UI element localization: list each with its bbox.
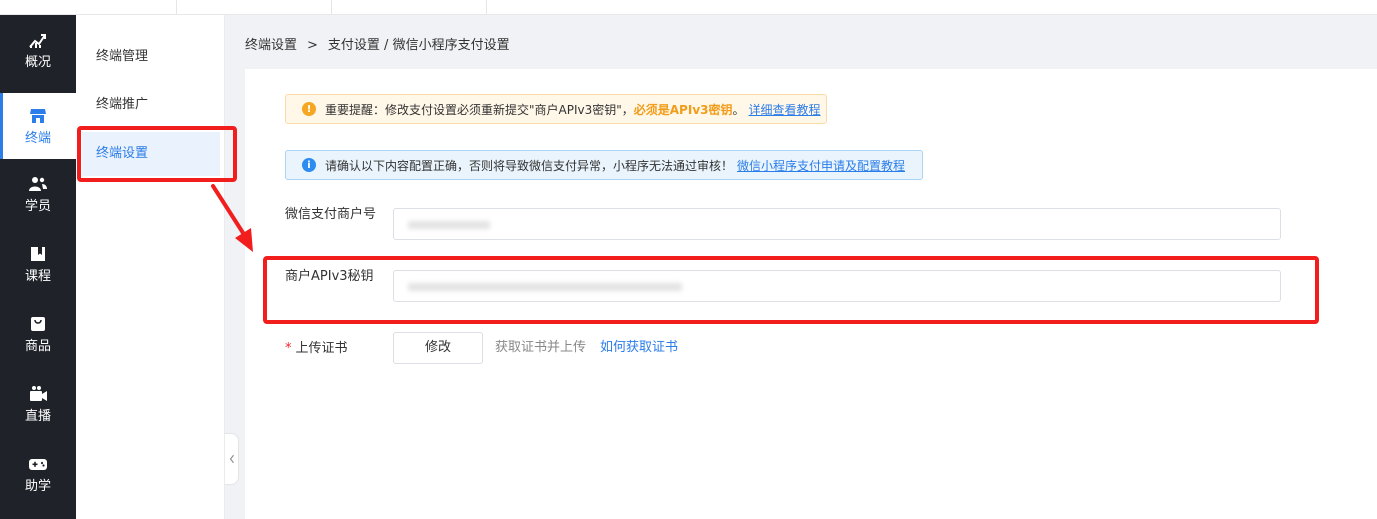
warning-alert: ! 重要提醒：修改支付设置必须重新提交"商户APIv3密钥"， 必须是APIv3… — [285, 94, 827, 124]
rail-item-label: 终端 — [24, 130, 51, 146]
chart-line-icon — [29, 33, 46, 48]
rail-item-study-aid[interactable]: 助学 — [0, 441, 76, 507]
main-nav-rail: 概况 终端 学员 课程 商品 直播 助学 — [0, 15, 76, 519]
merchant-id-label: 微信支付商户号 — [285, 207, 377, 222]
warning-period: 。 — [732, 102, 745, 117]
rail-item-label: 直播 — [24, 408, 51, 424]
how-to-get-cert-link[interactable]: 如何获取证书 — [600, 340, 678, 356]
merchant-id-input[interactable] — [393, 208, 1281, 240]
bag-icon — [31, 316, 45, 331]
rail-item-overview[interactable]: 概况 — [0, 17, 76, 83]
tutorial-link[interactable]: 详细查看教程 — [749, 101, 821, 118]
collapse-sidebar-button[interactable] — [225, 433, 239, 485]
info-text: 请确认以下内容配置正确，否则将导致微信支付异常，小程序无法通过审核！ — [325, 158, 734, 173]
submenu-item-terminal-promotion[interactable]: 终端推广 — [82, 83, 220, 127]
annotation-arrow-icon — [211, 184, 253, 252]
chevron-left-icon — [229, 454, 234, 464]
annotation-box-apiv3 — [263, 256, 1319, 324]
gamepad-icon — [29, 458, 47, 470]
store-icon — [30, 108, 46, 123]
rail-item-terminal[interactable]: 终端 — [0, 93, 76, 159]
info-icon: i — [302, 158, 316, 172]
video-camera-icon — [30, 385, 47, 401]
submenu-item-terminal-management[interactable]: 终端管理 — [82, 35, 220, 79]
tab-divider — [176, 0, 177, 15]
tab-divider — [486, 0, 487, 15]
breadcrumb-separator: > — [307, 38, 318, 53]
cert-label: 上传证书 — [295, 341, 348, 356]
info-alert: i 请确认以下内容配置正确，否则将导致微信支付异常，小程序无法通过审核！ 微信小… — [285, 150, 923, 180]
breadcrumb-item-terminal-settings[interactable]: 终端设置 — [245, 37, 297, 55]
required-mark: * — [285, 341, 292, 356]
breadcrumb: 终端设置 > 支付设置 / 微信小程序支付设置 — [245, 37, 510, 55]
rail-item-live[interactable]: 直播 — [0, 371, 76, 437]
warning-strong-text: 必须是APIv3密钥 — [633, 102, 733, 117]
modify-cert-button[interactable]: 修改 — [393, 332, 483, 364]
rail-item-label: 商品 — [24, 338, 51, 354]
redacted-value — [408, 221, 490, 229]
tab-divider — [331, 0, 332, 15]
top-tab-strip — [0, 0, 1377, 15]
cert-hint: 获取证书并上传 — [495, 340, 587, 355]
rail-item-label: 学员 — [24, 198, 51, 214]
rail-item-label: 助学 — [24, 478, 51, 494]
rail-item-products[interactable]: 商品 — [0, 301, 76, 367]
annotation-box-menu — [77, 126, 237, 182]
config-tutorial-link[interactable]: 微信小程序支付申请及配置教程 — [737, 157, 905, 174]
cert-label-row: * 上传证书 — [285, 340, 381, 358]
rail-item-label: 概况 — [24, 54, 51, 70]
terminal-submenu: 终端管理 终端推广 终端设置 — [76, 15, 225, 519]
warning-text: 重要提醒：修改支付设置必须重新提交"商户APIv3密钥"， — [325, 102, 634, 117]
book-icon — [31, 246, 45, 261]
warning-icon: ! — [302, 102, 316, 116]
rail-item-students[interactable]: 学员 — [0, 161, 76, 227]
users-icon — [29, 176, 47, 191]
breadcrumb-item-current: 支付设置 / 微信小程序支付设置 — [327, 38, 510, 53]
rail-item-label: 课程 — [24, 268, 51, 284]
rail-item-courses[interactable]: 课程 — [0, 231, 76, 297]
